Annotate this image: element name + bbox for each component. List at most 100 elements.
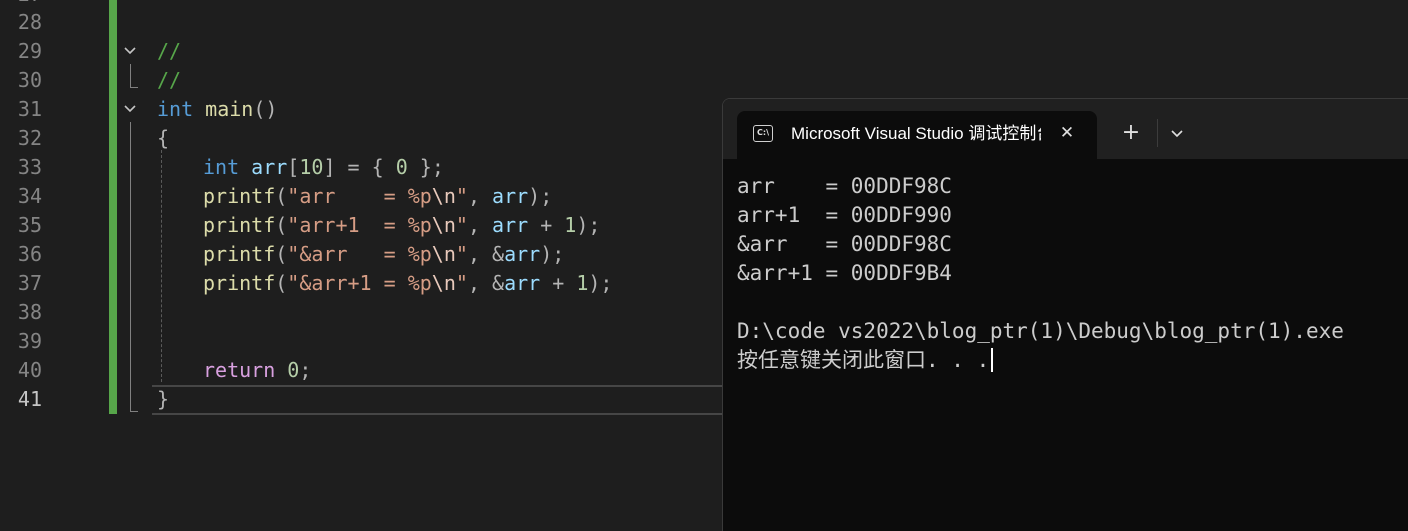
operator-token: & (492, 271, 505, 295)
escape-token: \n (431, 242, 456, 266)
variable-token: arr (492, 184, 529, 208)
punctuation-token: ( (275, 242, 288, 266)
prompt-text: 按任意键关闭此窗口. . . (737, 348, 990, 372)
code-line-29[interactable]: // (157, 37, 181, 66)
debug-console-window[interactable]: C:\ Microsoft Visual Studio 调试控制台 ✕ + ar… (722, 98, 1408, 531)
variable-token: arr (504, 271, 541, 295)
line-number: 36 (17, 242, 42, 266)
code-line-35[interactable]: printf("arr+1 = %p\n", arr + 1); (203, 211, 600, 240)
close-icon[interactable]: ✕ (1055, 121, 1079, 145)
line-number: 28 (17, 10, 42, 34)
code-line-33[interactable]: int arr[10] = { 0 }; (203, 153, 444, 182)
line-number: 34 (17, 184, 42, 208)
function-call-token: printf (203, 213, 276, 237)
variable-token: arr (251, 155, 288, 179)
punctuation-token: }; (407, 155, 444, 179)
punctuation-token: ; (299, 358, 312, 382)
punctuation-token: ); (528, 184, 553, 208)
escape-token: \n (431, 271, 456, 295)
fold-chevron-icon[interactable] (122, 101, 138, 117)
punctuation-token: ); (576, 213, 601, 237)
number-token: 10 (299, 155, 324, 179)
operator-token: + (540, 271, 577, 295)
string-token: "&arr = %p (287, 242, 432, 266)
number-token: 1 (576, 271, 589, 295)
string-token: "&arr+1 = %p (287, 271, 432, 295)
chevron-down-icon[interactable] (1165, 121, 1189, 145)
terminal-titlebar[interactable]: C:\ Microsoft Visual Studio 调试控制台 ✕ + (723, 99, 1408, 160)
line-number: 38 (17, 300, 42, 324)
code-line-31[interactable]: int main() (157, 95, 277, 124)
line-number: 32 (17, 126, 42, 150)
text-cursor (991, 348, 994, 372)
string-token: "arr = %p (287, 184, 432, 208)
operator-token: & (492, 242, 505, 266)
code-line-32[interactable]: { (157, 124, 169, 153)
line-number: 39 (17, 329, 42, 353)
comment-token: // (157, 68, 182, 92)
punctuation-token: () (253, 97, 278, 121)
fold-guide-end (130, 87, 138, 88)
open-brace: { (157, 126, 170, 150)
punctuation-token: ( (275, 184, 288, 208)
variable-token: arr (492, 213, 529, 237)
code-line-37[interactable]: printf("&arr+1 = %p\n", &arr + 1); (203, 269, 612, 298)
output-line: &arr = 00DDF98C (737, 232, 952, 256)
close-brace: } (157, 387, 170, 411)
titlebar-divider (1157, 119, 1158, 147)
code-line-41[interactable]: } (157, 385, 169, 414)
line-number: 31 (17, 97, 42, 121)
line-number: 35 (17, 213, 42, 237)
console-icon: C:\ (753, 125, 773, 142)
punctuation-token: , (467, 213, 493, 237)
string-token: " (455, 242, 468, 266)
escape-token: \n (431, 213, 456, 237)
fold-guide-line (130, 122, 131, 412)
line-number: 30 (17, 68, 42, 92)
punctuation-token: [ (287, 155, 300, 179)
punctuation-token: , (467, 184, 493, 208)
comment-token: // (157, 39, 182, 63)
punctuation-token: , (467, 242, 493, 266)
string-token: " (455, 213, 468, 237)
current-line-highlight (152, 385, 724, 415)
line-number: 40 (17, 358, 42, 382)
string-token: " (455, 184, 468, 208)
punctuation-token: ( (275, 213, 288, 237)
line-number: 37 (17, 271, 42, 295)
keyword-token: int (203, 155, 240, 179)
line-number: 29 (17, 39, 42, 63)
change-indicator-bar (109, 0, 117, 414)
punctuation-token: ] = { (323, 155, 396, 179)
variable-token: arr (504, 242, 541, 266)
code-line-30[interactable]: // (157, 66, 181, 95)
output-line: &arr+1 = 00DDF9B4 (737, 261, 952, 285)
output-line: arr+1 = 00DDF990 (737, 203, 952, 227)
code-line-40[interactable]: return 0; (203, 356, 311, 385)
number-token: 1 (564, 213, 577, 237)
code-line-34[interactable]: printf("arr = %p\n", arr); (203, 182, 552, 211)
punctuation-token: ( (275, 271, 288, 295)
output-line-prompt: 按任意键关闭此窗口. . . (737, 346, 1408, 375)
number-token: 0 (395, 155, 408, 179)
output-line: D:\code vs2022\blog_ptr(1)\Debug\blog_pt… (737, 319, 1344, 343)
line-number: 33 (17, 155, 42, 179)
string-token: "arr+1 = %p (287, 213, 432, 237)
fold-chevron-icon[interactable] (122, 43, 138, 59)
tab-title: Microsoft Visual Studio 调试控制台 (791, 124, 1041, 143)
line-number-active: 41 (17, 387, 42, 411)
terminal-output[interactable]: arr = 00DDF98C arr+1 = 00DDF990 &arr = 0… (737, 172, 1408, 375)
function-call-token: printf (203, 242, 276, 266)
function-call-token: printf (203, 184, 276, 208)
punctuation-token: ); (540, 242, 565, 266)
keyword-token: return (203, 358, 276, 382)
terminal-tab[interactable]: C:\ Microsoft Visual Studio 调试控制台 ✕ (737, 111, 1097, 160)
string-token: " (455, 271, 468, 295)
plus-icon[interactable]: + (1119, 121, 1143, 145)
code-line-36[interactable]: printf("&arr = %p\n", &arr); (203, 240, 564, 269)
punctuation-token: , (467, 271, 493, 295)
function-name-token: main (205, 97, 254, 121)
punctuation-token: ); (588, 271, 613, 295)
fold-guide-end (130, 411, 138, 412)
